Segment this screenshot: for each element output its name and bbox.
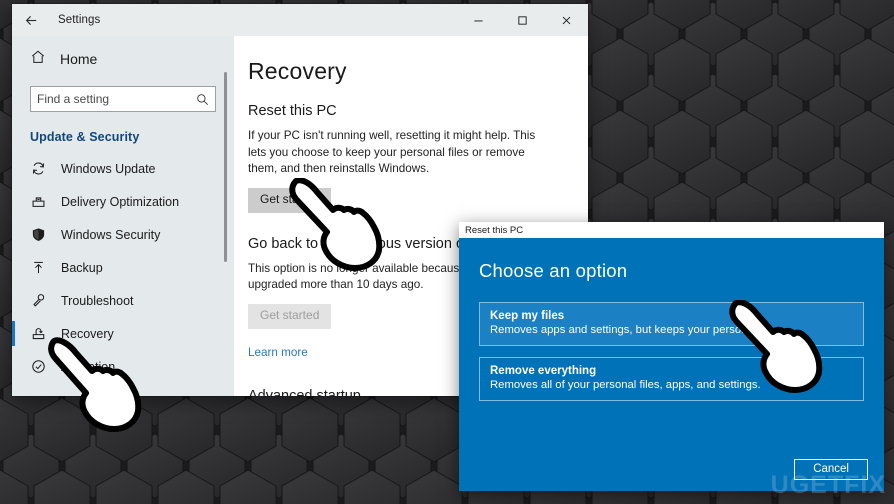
sidebar-scrollbar[interactable] xyxy=(224,72,227,262)
screen: Settings Home Find a setting Update & Se… xyxy=(0,0,894,504)
reset-section-heading: Reset this PC xyxy=(248,103,337,119)
wrench-icon xyxy=(30,292,47,309)
page-title: Recovery xyxy=(248,58,347,84)
search-box[interactable] xyxy=(30,86,216,112)
sidebar: Home Update & Security xyxy=(12,36,234,396)
goback-get-started-button: Get started xyxy=(248,303,332,329)
sidebar-nav-list: Windows Update Delivery Optimization Win… xyxy=(12,150,234,383)
dialog-heading: Choose an option xyxy=(479,260,628,281)
sidebar-item-windows-update[interactable]: Windows Update xyxy=(12,152,234,185)
sidebar-item-label: Troubleshoot xyxy=(61,293,134,308)
sidebar-item-label: Windows Update xyxy=(61,161,156,176)
home-icon xyxy=(30,49,46,70)
option-title: Remove everything xyxy=(490,365,597,377)
dialog-body: Choose an option Keep my files Removes a… xyxy=(459,238,884,491)
option-remove-everything[interactable]: Remove everything Removes all of your pe… xyxy=(479,357,864,401)
reset-this-pc-dialog: Reset this PC Choose an option Keep my f… xyxy=(459,222,884,491)
sync-refresh-icon xyxy=(30,160,47,177)
back-button[interactable] xyxy=(12,4,50,36)
sidebar-item-delivery-optimization[interactable]: Delivery Optimization xyxy=(12,185,234,218)
sidebar-item-recovery[interactable]: Recovery xyxy=(12,317,234,350)
search-input[interactable] xyxy=(31,87,196,111)
sidebar-item-home[interactable]: Home xyxy=(12,42,234,76)
learn-more-link[interactable]: Learn more xyxy=(248,346,308,359)
shield-icon xyxy=(30,226,47,243)
close-button[interactable] xyxy=(544,4,588,36)
sidebar-item-label: Recovery xyxy=(61,326,114,341)
sidebar-home-label: Home xyxy=(60,51,98,67)
reset-this-pc-section: Reset this PC If your PC isn't running w… xyxy=(248,103,588,213)
check-circle-icon xyxy=(30,358,47,375)
delivery-box-icon xyxy=(30,193,47,210)
reset-section-body: If your PC isn't running well, resetting… xyxy=(248,129,536,176)
option-description: Removes all of your personal files, apps… xyxy=(490,379,761,391)
sidebar-item-windows-security[interactable]: Windows Security xyxy=(12,218,234,251)
sidebar-category-title: Update & Security xyxy=(30,130,140,144)
maximize-button[interactable] xyxy=(500,4,544,36)
sidebar-item-troubleshoot[interactable]: Troubleshoot xyxy=(12,284,234,317)
minimize-button[interactable] xyxy=(456,4,500,36)
reset-get-started-button[interactable]: Get started xyxy=(248,187,332,213)
sidebar-item-label: Activation xyxy=(61,359,116,374)
sidebar-item-activation[interactable]: Activation xyxy=(12,350,234,383)
sidebar-item-label: Backup xyxy=(61,260,103,275)
option-keep-my-files[interactable]: Keep my files Removes apps and settings,… xyxy=(479,302,864,346)
option-title: Keep my files xyxy=(490,310,565,322)
sidebar-item-backup[interactable]: Backup xyxy=(12,251,234,284)
upload-arrow-icon xyxy=(30,259,47,276)
search-icon xyxy=(196,93,215,106)
sidebar-item-label: Windows Security xyxy=(61,227,161,242)
settings-title: Settings xyxy=(58,14,101,26)
settings-titlebar: Settings xyxy=(12,4,588,36)
watermark: UGETFIX xyxy=(770,471,886,499)
dialog-titlebar: Reset this PC xyxy=(459,222,884,238)
sidebar-item-label: Delivery Optimization xyxy=(61,194,180,209)
recovery-box-icon xyxy=(30,325,47,342)
dialog-title: Reset this PC xyxy=(465,224,524,236)
option-description: Removes apps and settings, but keeps you… xyxy=(490,324,783,336)
window-controls xyxy=(456,4,588,36)
